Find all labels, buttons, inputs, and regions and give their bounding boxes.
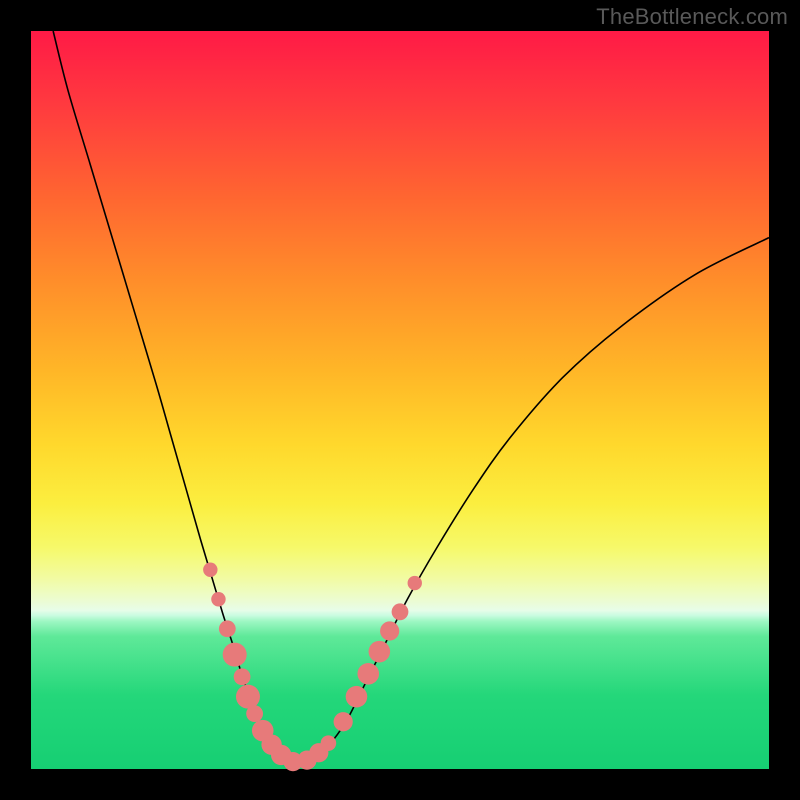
chart-svg (31, 31, 769, 769)
highlighted-point (392, 603, 409, 620)
highlighted-point (346, 686, 368, 708)
highlighted-point (369, 641, 391, 663)
bottleneck-curve-line (53, 31, 769, 763)
highlighted-point (334, 712, 353, 731)
highlighted-point (234, 668, 251, 685)
highlighted-point (223, 643, 247, 667)
highlighted-points-group (203, 563, 422, 772)
highlighted-point (236, 685, 260, 709)
highlighted-point (211, 592, 225, 606)
highlighted-point (203, 563, 217, 577)
highlighted-point (380, 621, 399, 640)
highlighted-point (321, 735, 337, 751)
highlighted-point (357, 663, 379, 685)
chart-stage: TheBottleneck.com (0, 0, 800, 800)
highlighted-point (219, 620, 236, 637)
watermark-text: TheBottleneck.com (596, 4, 788, 30)
highlighted-point (246, 705, 263, 722)
highlighted-point (408, 576, 422, 590)
